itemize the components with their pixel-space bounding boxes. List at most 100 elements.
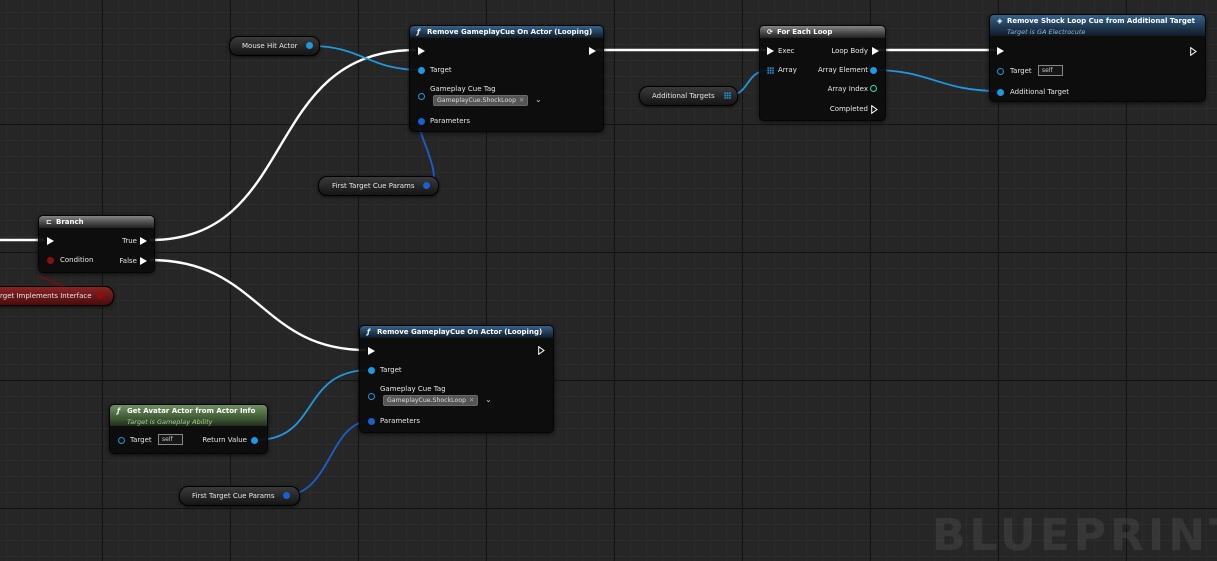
node-header: ⊏ Branch [39,216,154,228]
return-value-output-pin[interactable] [251,437,258,444]
target-self-field[interactable]: self [1038,65,1063,76]
node-title: Remove GameplayCue On Actor (Looping) [427,28,593,36]
target-input-pin[interactable] [997,68,1004,75]
exec-output-pin[interactable] [589,47,596,55]
target-label: Target [430,66,452,74]
node-title: Branch [56,218,84,226]
target-input-pin[interactable] [118,437,125,444]
node-label: rget Implements Interface [0,292,92,300]
target-input-pin[interactable] [368,367,375,374]
node-header: ⟳ For Each Loop [760,26,885,38]
parameters-label: Parameters [430,117,471,125]
loop-body-output-pin[interactable] [872,47,879,55]
gameplay-cue-tag-pin[interactable] [418,93,425,100]
exec-output-pin[interactable] [1190,47,1197,56]
remove-shock-loop-cue-node[interactable]: ◈ Remove Shock Loop Cue from Additional T… [989,14,1206,102]
node-title: For Each Loop [777,28,833,36]
loop-body-label: Loop Body [831,47,868,55]
false-output-pin[interactable] [140,257,147,265]
tag-text: GameplayCue.ShockLoop [387,397,466,404]
remove-gameplaycue-node-top[interactable]: ƒ Remove GameplayCue On Actor (Looping) T… [409,25,604,132]
branch-icon: ⊏ [46,218,52,226]
first-target-cue-params-variable-top[interactable]: First Target Cue Params [318,176,439,196]
first-target-cue-params-variable-bottom[interactable]: First Target Cue Params [179,486,300,506]
parameters-input-pin[interactable] [418,118,425,125]
function-icon: ƒ [367,328,371,336]
target-label: Target [130,436,152,444]
node-title: Remove GameplayCue On Actor (Looping) [377,328,543,336]
additional-target-input-pin[interactable] [997,89,1004,96]
array-input-pin[interactable] [767,67,774,74]
function-icon: ƒ [417,28,421,36]
condition-label: Condition [60,256,94,264]
wire-first-params-bottom [285,420,371,496]
chevron-down-icon[interactable]: ⌄ [535,95,542,104]
chevron-down-icon[interactable]: ⌄ [485,395,492,404]
exec-input-pin[interactable] [767,47,774,55]
exec-wire-true-to-remove-top [149,48,417,242]
node-title: Get Avatar Actor from Actor Info [127,407,256,415]
target-implements-interface-node[interactable]: rget Implements Interface [0,286,114,306]
additional-targets-variable[interactable]: Additional Targets [639,86,738,106]
true-output-pin[interactable] [140,237,147,245]
exec-input-pin[interactable] [997,47,1004,55]
variable-label: Additional Targets [652,92,715,100]
object-output-pin[interactable] [306,42,313,49]
struct-output-pin[interactable] [283,492,290,499]
function-icon: ƒ [117,407,121,415]
tag-text: GameplayCue.ShockLoop [437,97,516,104]
condition-input-pin[interactable] [47,257,54,264]
return-value-label: Return Value [202,436,247,444]
wire-avatar-return [255,369,371,441]
array-element-label: Array Element [817,66,868,74]
target-self-field[interactable]: self [158,434,183,445]
struct-output-pin[interactable] [423,182,430,189]
parameters-input-pin[interactable] [368,418,375,425]
additional-target-label: Additional Target [1010,88,1070,96]
array-element-output-pin[interactable] [870,67,877,74]
exec-wire-false-to-remove-bottom [149,258,367,352]
node-subtitle: Target is GA Electrocute [1007,28,1086,36]
remove-gameplaycue-node-bottom[interactable]: ƒ Remove GameplayCue On Actor (Looping) T… [359,325,554,433]
clear-tag-icon[interactable]: ✕ [519,97,524,104]
exec-input-pin[interactable] [368,347,375,355]
gameplay-cue-tag-value[interactable]: GameplayCue.ShockLoop ✕ [383,395,479,406]
exec-label: Exec [778,47,795,55]
variable-label: First Target Cue Params [192,492,275,500]
function-icon: ◈ [997,17,1003,25]
loop-icon: ⟳ [767,28,773,36]
completed-label: Completed [829,105,868,113]
array-output-pin[interactable] [724,92,731,99]
true-label: True [122,237,137,245]
node-header: ƒ Remove GameplayCue On Actor (Looping) [410,26,603,38]
array-index-output-pin[interactable] [870,85,877,92]
node-header: ◈ Remove Shock Loop Cue from Additional T… [990,15,1205,36]
mouse-hit-actor-variable[interactable]: Mouse Hit Actor [229,36,320,56]
completed-output-pin[interactable] [871,105,878,114]
gameplay-cue-tag-label: Gameplay Cue Tag [430,85,496,93]
array-index-label: Array Index [827,85,868,93]
variable-label: Mouse Hit Actor [242,42,298,50]
parameters-label: Parameters [380,417,421,425]
array-label: Array [778,66,797,74]
wire-array-element [872,69,999,92]
exec-output-pin[interactable] [538,346,545,355]
false-label: False [119,257,137,265]
gameplay-cue-tag-pin[interactable] [368,393,375,400]
gameplay-cue-tag-label: Gameplay Cue Tag [380,385,446,393]
for-each-loop-node[interactable]: ⟳ For Each Loop Exec Array Loop Body Arra… [759,25,886,121]
clear-tag-icon[interactable]: ✕ [469,397,474,404]
node-subtitle: Target is Gameplay Ability [127,418,213,426]
node-header: ƒ Remove GameplayCue On Actor (Looping) [360,326,553,338]
gameplay-cue-tag-value[interactable]: GameplayCue.ShockLoop ✕ [433,95,529,106]
bool-output-pin[interactable] [97,292,104,299]
target-label: Target [380,366,402,374]
get-avatar-actor-node[interactable]: ƒ Get Avatar Actor from Actor Info Target … [109,404,268,454]
node-title: Remove Shock Loop Cue from Additional Ta… [1007,17,1196,25]
target-label: Target [1010,67,1032,75]
branch-node[interactable]: ⊏ Branch Condition True False [38,215,155,273]
target-input-pin[interactable] [418,67,425,74]
node-header: ƒ Get Avatar Actor from Actor Info Target … [110,405,267,426]
exec-input-pin[interactable] [47,237,54,245]
exec-input-pin[interactable] [418,47,425,55]
